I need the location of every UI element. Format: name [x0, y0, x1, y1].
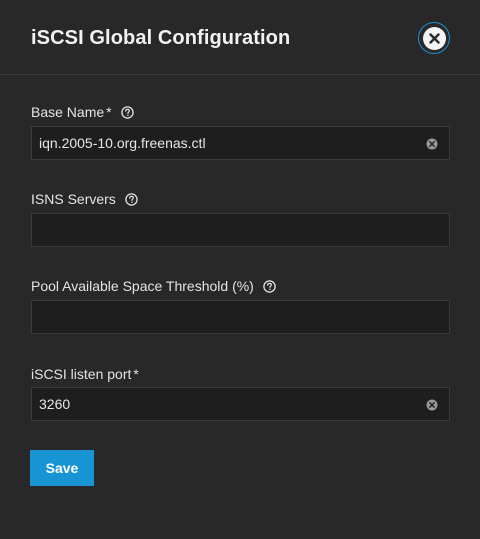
help-icon[interactable]	[263, 279, 276, 293]
listen-port-input[interactable]	[31, 387, 450, 421]
pool-threshold-input[interactable]	[31, 300, 450, 334]
dialog-header: iSCSI Global Configuration	[0, 0, 480, 75]
clear-icon[interactable]	[426, 398, 438, 411]
required-mark: *	[133, 366, 139, 382]
base-name-label-text: Base Name	[31, 104, 105, 120]
help-icon[interactable]	[125, 192, 138, 206]
help-icon[interactable]	[120, 105, 134, 119]
clear-icon[interactable]	[426, 137, 438, 150]
isns-servers-input[interactable]	[31, 213, 450, 247]
base-name-label: Base Name *	[31, 104, 134, 120]
save-button[interactable]: Save	[30, 450, 94, 486]
base-name-input[interactable]	[31, 126, 450, 160]
dialog-title: iSCSI Global Configuration	[31, 27, 291, 49]
required-mark: *	[106, 104, 112, 120]
listen-port-label-text: iSCSI listen port	[31, 366, 132, 382]
close-circle-icon	[422, 26, 446, 50]
isns-servers-label-text: ISNS Servers	[31, 191, 116, 207]
isns-servers-label: ISNS Servers	[31, 191, 138, 207]
pool-threshold-label: Pool Available Space Threshold (%)	[31, 278, 276, 294]
pool-threshold-label-text: Pool Available Space Threshold (%)	[31, 278, 254, 294]
listen-port-label: iSCSI listen port *	[31, 366, 139, 382]
close-button[interactable]	[418, 22, 450, 54]
